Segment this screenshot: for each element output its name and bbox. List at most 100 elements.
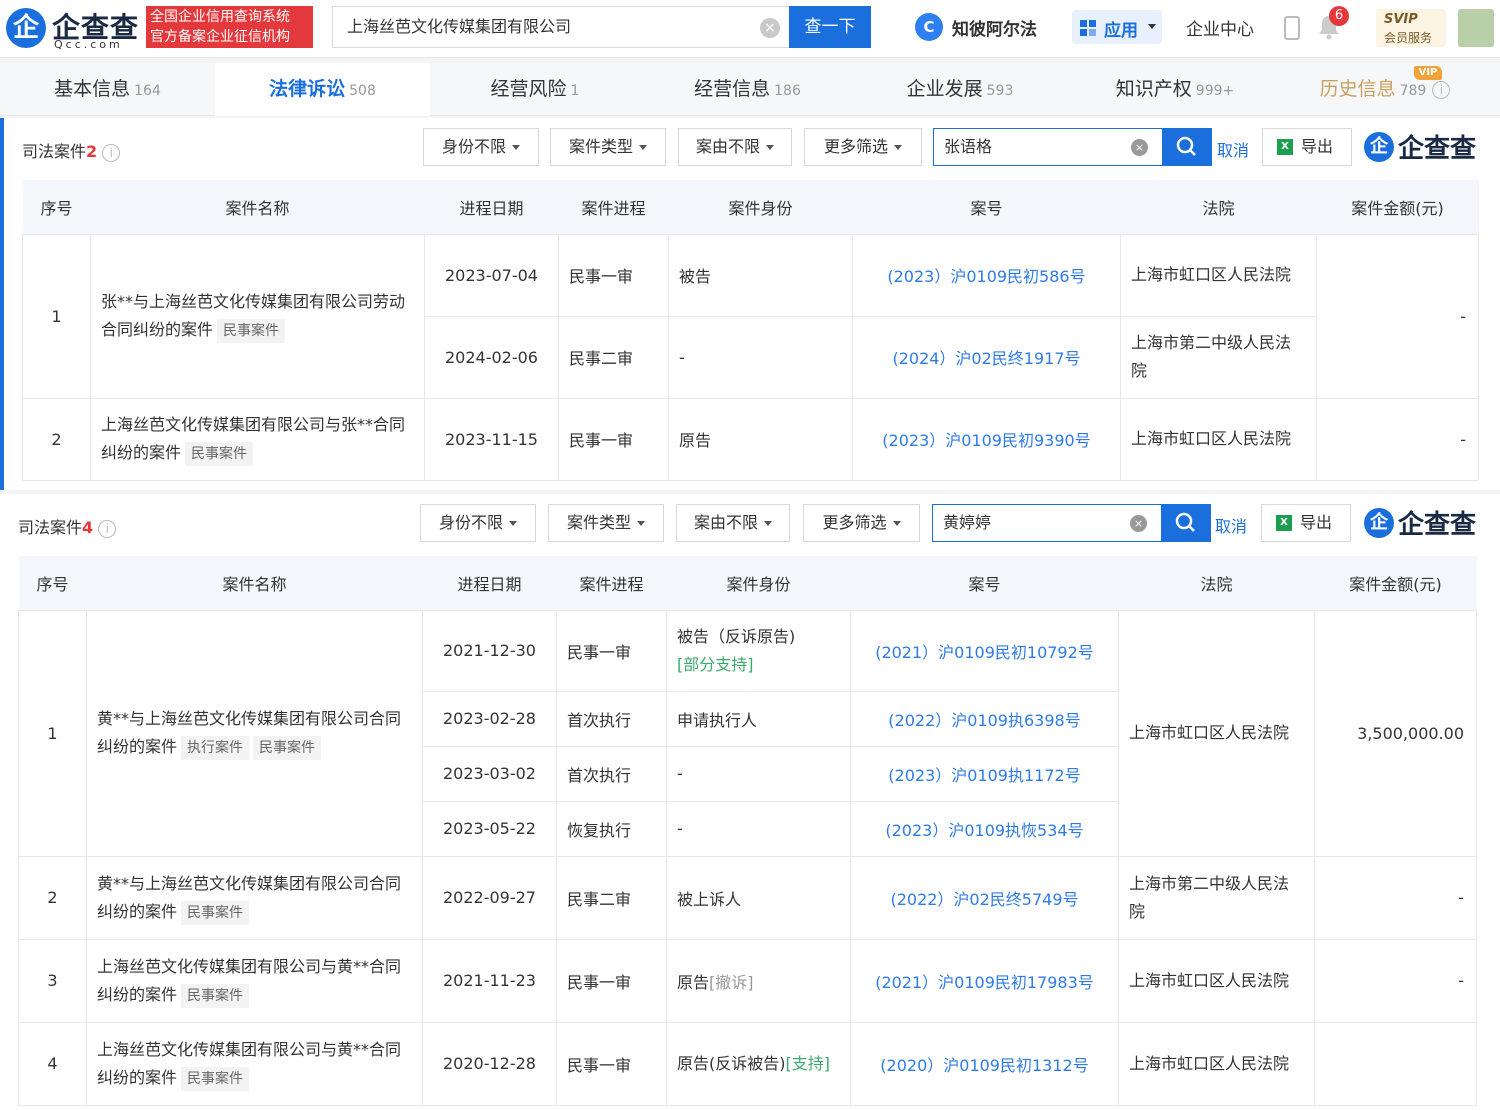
apps-grid-icon <box>1080 20 1096 36</box>
enterprise-center-link[interactable]: 企业中心 <box>1186 15 1254 40</box>
table-cell: - <box>666 745 851 802</box>
company-search-value: 上海丝芭文化传媒集团有限公司 <box>347 17 572 36</box>
table-cell: (2023）沪0109执恢534号 <box>850 800 1119 857</box>
clear-search-icon[interactable]: × <box>1130 515 1147 532</box>
judgment-status: [撤诉] <box>709 972 754 992</box>
chevron-down-icon <box>639 145 647 150</box>
table-cell: 民事一审 <box>556 609 667 692</box>
case-number-link[interactable]: (2020）沪0109民初1312号 <box>880 1056 1088 1075</box>
search-button[interactable]: 查一下 <box>789 6 871 48</box>
case-tag: 民事案件 <box>253 736 322 760</box>
info-icon[interactable]: i <box>102 143 121 162</box>
col-court: 法院 <box>1118 556 1315 611</box>
party-search-button[interactable] <box>1161 504 1211 542</box>
case-number-link[interactable]: (2022）沪02民终5749号 <box>890 890 1078 909</box>
chevron-down-icon <box>894 145 902 150</box>
table-cell: 2 <box>18 855 87 940</box>
table-row[interactable]: 2 上海丝芭文化传媒集团有限公司与张**合同纠纷的案件 民事案件 2023-11-… <box>22 397 1479 481</box>
table-row[interactable]: 4 上海丝芭文化传媒集团有限公司与黄**合同纠纷的案件 民事案件 2020-12-… <box>18 1021 1477 1106</box>
case-number-link[interactable]: (2023）沪0109执1172号 <box>888 766 1080 785</box>
identity-filter[interactable]: 身份不限 <box>423 128 539 166</box>
zhibi-alpha-link[interactable]: 知彼阿尔法 <box>952 15 1037 40</box>
table-cell: 张**与上海丝芭文化传媒集团有限公司劳动合同纠纷的案件 民事案件 <box>90 233 425 399</box>
table-cell: 民事一审 <box>556 1021 667 1106</box>
search-icon <box>1176 136 1196 156</box>
qcc-watermark-logo: 企企查查 <box>1364 506 1476 542</box>
table-cell: (2023）沪0109民初586号 <box>852 233 1121 317</box>
table-cell: (2021）沪0109民初17983号 <box>850 938 1119 1023</box>
mobile-icon[interactable] <box>1284 16 1300 40</box>
tab-intellectual-property[interactable]: 知识产权 999+ <box>1065 63 1285 116</box>
table-header-row: 序号 案件名称 进程日期 案件进程 案件身份 案号 法院 案件金额(元) <box>18 556 1477 611</box>
apps-menu-button[interactable]: 应用 <box>1072 10 1162 44</box>
avatar[interactable] <box>1458 9 1494 47</box>
tab-legal-litigation[interactable]: 法律诉讼 508 <box>215 63 430 116</box>
tab-business-risk[interactable]: 经营风险 1 <box>430 63 640 116</box>
table-cell: 首次执行 <box>556 745 667 802</box>
clear-search-icon[interactable]: × <box>760 18 780 38</box>
table-cell: 上海市虹口区人民法院 <box>1120 397 1317 481</box>
clear-search-icon[interactable]: × <box>1131 139 1148 156</box>
tab-basic-info[interactable]: 基本信息 164 <box>0 63 215 116</box>
party-search-input[interactable]: 黄婷婷 × <box>932 504 1162 542</box>
table-cell: (2021）沪0109民初10792号 <box>850 609 1119 692</box>
table-cell: 1 <box>22 233 91 399</box>
case-type-filter[interactable]: 案件类型 <box>550 128 666 166</box>
party-search-input[interactable]: 张语格 × <box>933 128 1163 166</box>
tab-business-info[interactable]: 经营信息 186 <box>640 63 855 116</box>
table-cell: 原告 <box>668 397 853 481</box>
chevron-down-icon <box>1148 24 1156 29</box>
table-row[interactable]: 1 张**与上海丝芭文化传媒集团有限公司劳动合同纠纷的案件 民事案件 2023-0… <box>22 233 1479 399</box>
col-amount: 案件金额(元) <box>1314 556 1477 611</box>
case-number-link[interactable]: (2023）沪0109民初586号 <box>887 267 1085 286</box>
case-number-link[interactable]: (2024）沪02民终1917号 <box>892 349 1080 368</box>
case-number-link[interactable]: (2021）沪0109民初10792号 <box>875 643 1094 662</box>
party-search-button[interactable] <box>1162 128 1212 166</box>
chevron-down-icon <box>512 145 520 150</box>
table-cell: 上海市虹口区人民法院 <box>1118 1021 1315 1106</box>
table-cell: 上海市第二中级人民法院 <box>1118 855 1315 940</box>
col-case-name: 案件名称 <box>90 180 425 235</box>
svip-button[interactable]: SVIP 会员服务 <box>1376 9 1446 47</box>
table-row[interactable]: 2 黄**与上海丝芭文化传媒集团有限公司合同纠纷的案件 民事案件 2022-09-… <box>18 855 1477 940</box>
table-row[interactable]: 1 黄**与上海丝芭文化传媒集团有限公司合同纠纷的案件 执行案件 民事案件 2021… <box>18 609 1477 857</box>
case-type-filter[interactable]: 案件类型 <box>548 504 664 542</box>
table-cell: 上海丝芭文化传媒集团有限公司与黄**合同纠纷的案件 民事案件 <box>86 938 423 1023</box>
info-icon[interactable]: i <box>1432 80 1451 99</box>
cases-table-1: 序号 案件名称 进程日期 案件进程 案件身份 案号 法院 案件金额(元) 1 张**与上海丝芭… <box>22 180 1479 481</box>
apps-label: 应用 <box>1104 21 1138 41</box>
table-cell: - <box>1316 397 1479 481</box>
tab-enterprise-development[interactable]: 企业发展 593 <box>855 63 1065 116</box>
case-number-link[interactable]: (2023）沪0109民初9390号 <box>882 431 1090 450</box>
case-number-link[interactable]: (2022）沪0109执6398号 <box>888 711 1080 730</box>
cancel-search-link[interactable]: 取消 <box>1217 137 1249 161</box>
identity-filter[interactable]: 身份不限 <box>420 504 536 542</box>
cancel-search-link[interactable]: 取消 <box>1215 513 1247 537</box>
cause-filter[interactable]: 案由不限 <box>676 504 790 542</box>
company-search-input[interactable]: 上海丝芭文化传媒集团有限公司 × <box>332 6 790 48</box>
table-cell: (2022）沪02民终5749号 <box>850 855 1119 940</box>
case-number-link[interactable]: (2023）沪0109执恢534号 <box>885 821 1083 840</box>
info-icon[interactable]: i <box>98 519 117 538</box>
table-cell <box>1314 1021 1477 1106</box>
excel-icon: X <box>1276 515 1292 531</box>
site-logo[interactable]: 企 企查查 Qcc.com <box>6 8 141 52</box>
tab-history-info[interactable]: 历史信息 789 i <box>1285 63 1485 116</box>
case-tag: 民事案件 <box>181 900 250 925</box>
cause-filter[interactable]: 案由不限 <box>678 128 792 166</box>
case-number-link[interactable]: (2021）沪0109民初17983号 <box>875 973 1094 992</box>
table-cell: 民事二审 <box>556 855 667 940</box>
more-filters[interactable]: 更多筛选 <box>803 504 920 542</box>
svip-sublabel: 会员服务 <box>1384 31 1433 45</box>
cases-table-2: 序号 案件名称 进程日期 案件进程 案件身份 案号 法院 案件金额(元) 1 黄**与上海丝芭… <box>18 556 1477 1106</box>
export-button[interactable]: X 导出 <box>1262 128 1352 166</box>
col-case-name: 案件名称 <box>86 556 423 611</box>
more-filters[interactable]: 更多筛选 <box>804 128 922 166</box>
zhibi-alpha-icon: C <box>915 13 943 41</box>
panel-title: 司法案件2 i <box>22 138 121 162</box>
export-button[interactable]: X 导出 <box>1261 504 1351 542</box>
table-cell: 2020-12-28 <box>422 1021 557 1106</box>
table-row[interactable]: 3 上海丝芭文化传媒集团有限公司与黄**合同纠纷的案件 民事案件 2021-11-… <box>18 938 1477 1023</box>
table-cell: - <box>1314 938 1477 1023</box>
qcc-watermark-logo: 企企查查 <box>1364 130 1476 166</box>
